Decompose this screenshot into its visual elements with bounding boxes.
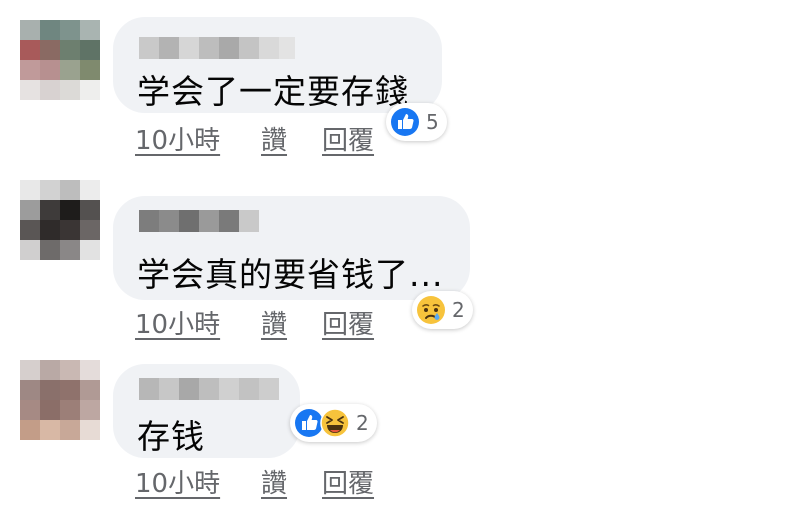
comment-text: 学会了一定要存錢: [137, 72, 409, 111]
comment-bubble: 存钱: [113, 364, 300, 458]
reply-button[interactable]: 回覆: [322, 120, 374, 157]
avatar[interactable]: [20, 180, 100, 260]
timestamp-link[interactable]: 10小時: [135, 463, 220, 500]
timestamp-link[interactable]: 10小時: [135, 304, 220, 341]
comment-bubble: 学会真的要省钱了...: [113, 196, 470, 300]
reaction-summary[interactable]: 5: [386, 103, 447, 141]
author-name-blurred[interactable]: [139, 210, 259, 232]
comment-bubble: 学会了一定要存錢: [113, 17, 442, 113]
author-name-blurred[interactable]: [139, 378, 279, 400]
like-icon: [391, 108, 419, 136]
avatar[interactable]: [20, 20, 100, 100]
avatar[interactable]: [20, 360, 100, 440]
comment-text: 存钱: [137, 417, 205, 456]
author-name-blurred[interactable]: [139, 37, 295, 59]
reaction-summary[interactable]: 2: [412, 291, 473, 329]
like-button[interactable]: 讚: [261, 120, 287, 157]
reply-button[interactable]: 回覆: [322, 463, 374, 500]
haha-icon: [320, 408, 350, 438]
reaction-summary[interactable]: 2: [290, 404, 377, 442]
reply-button[interactable]: 回覆: [322, 304, 374, 341]
reaction-count: 2: [356, 411, 369, 435]
timestamp-link[interactable]: 10小時: [135, 120, 220, 157]
comment-text: 学会真的要省钱了...: [137, 255, 444, 294]
like-button[interactable]: 讚: [261, 463, 287, 500]
like-button[interactable]: 讚: [261, 304, 287, 341]
sad-icon: [417, 296, 445, 324]
reaction-count: 2: [452, 298, 465, 322]
reaction-count: 5: [426, 110, 439, 134]
